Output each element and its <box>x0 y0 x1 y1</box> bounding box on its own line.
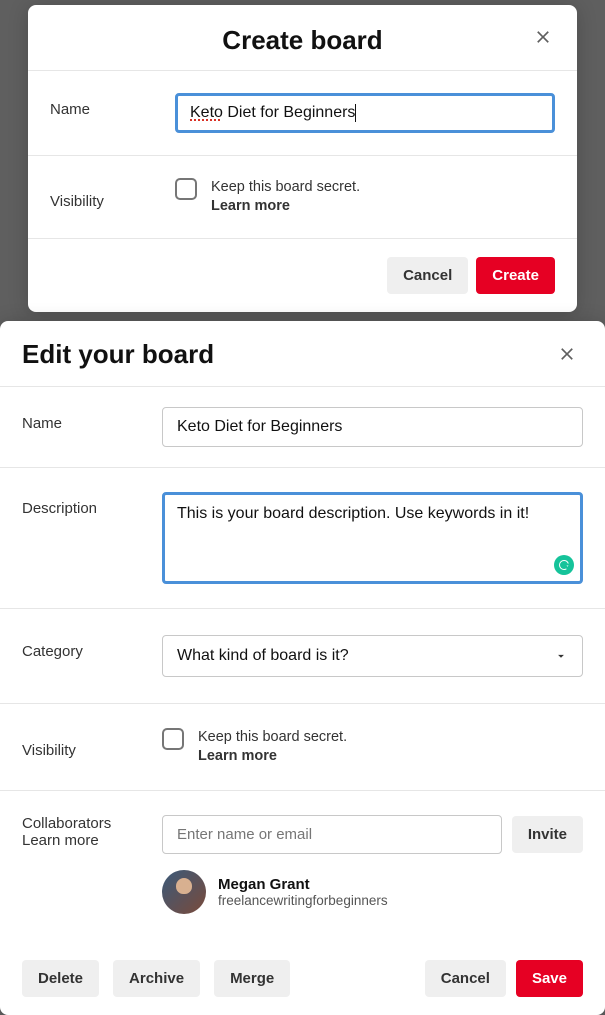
save-button[interactable]: Save <box>516 960 583 997</box>
cancel-button[interactable]: Cancel <box>425 960 506 997</box>
description-input[interactable]: This is your board description. Use keyw… <box>162 492 583 584</box>
modal-footer: Delete Archive Merge Cancel Save <box>0 944 605 1015</box>
merge-button[interactable]: Merge <box>214 960 290 997</box>
name-input[interactable] <box>162 407 583 447</box>
description-label: Description <box>22 492 162 517</box>
collaborator-input[interactable] <box>162 815 502 854</box>
name-row: Name <box>0 387 605 468</box>
secret-checkbox[interactable] <box>162 728 184 750</box>
close-button[interactable] <box>529 23 557 51</box>
cancel-button[interactable]: Cancel <box>387 257 468 294</box>
visibility-row: Visibility Keep this board secret. Learn… <box>28 156 577 239</box>
collaborators-learn-more-link[interactable]: Learn more <box>22 832 162 849</box>
category-row: Category What kind of board is it? <box>0 609 605 704</box>
name-row: Name Keto Diet for Beginners <box>28 71 577 156</box>
close-icon <box>533 27 553 47</box>
chevron-down-icon <box>554 649 568 663</box>
avatar <box>162 870 206 914</box>
name-label: Name <box>22 407 162 432</box>
edit-board-modal: Edit your board Name Description This is… <box>0 321 605 1015</box>
create-button[interactable]: Create <box>476 257 555 294</box>
collaborators-label: Collaborators Learn more <box>22 815 162 849</box>
visibility-label: Visibility <box>50 185 175 210</box>
create-board-modal: Create board Name Keto Diet for Beginner… <box>28 5 577 312</box>
collaborator-name: Megan Grant <box>218 876 388 893</box>
name-input[interactable]: Keto Diet for Beginners <box>175 93 555 133</box>
secret-checkbox[interactable] <box>175 178 197 200</box>
modal-title: Create board <box>222 25 382 56</box>
collaborator-item: Megan Grant freelancewritingforbeginners <box>162 870 583 914</box>
grammarly-icon[interactable] <box>554 555 574 575</box>
secret-label: Keep this board secret. Learn more <box>198 728 347 766</box>
category-select[interactable]: What kind of board is it? <box>162 635 583 677</box>
archive-button[interactable]: Archive <box>113 960 200 997</box>
close-icon <box>557 344 577 364</box>
collaborator-handle: freelancewritingforbeginners <box>218 893 388 908</box>
collaborators-row: Collaborators Learn more Invite Megan Gr… <box>0 791 605 944</box>
modal-footer: Cancel Create <box>28 239 577 312</box>
modal-header: Create board <box>28 5 577 71</box>
modal-header: Edit your board <box>0 321 605 387</box>
learn-more-link[interactable]: Learn more <box>211 198 290 214</box>
visibility-label: Visibility <box>22 734 162 759</box>
description-row: Description This is your board descripti… <box>0 468 605 609</box>
invite-button[interactable]: Invite <box>512 816 583 853</box>
close-button[interactable] <box>553 340 581 368</box>
delete-button[interactable]: Delete <box>22 960 99 997</box>
name-label: Name <box>50 93 175 118</box>
category-label: Category <box>22 635 162 660</box>
modal-title: Edit your board <box>22 339 214 370</box>
visibility-row: Visibility Keep this board secret. Learn… <box>0 704 605 791</box>
learn-more-link[interactable]: Learn more <box>198 748 277 764</box>
secret-label: Keep this board secret. Learn more <box>211 178 360 216</box>
